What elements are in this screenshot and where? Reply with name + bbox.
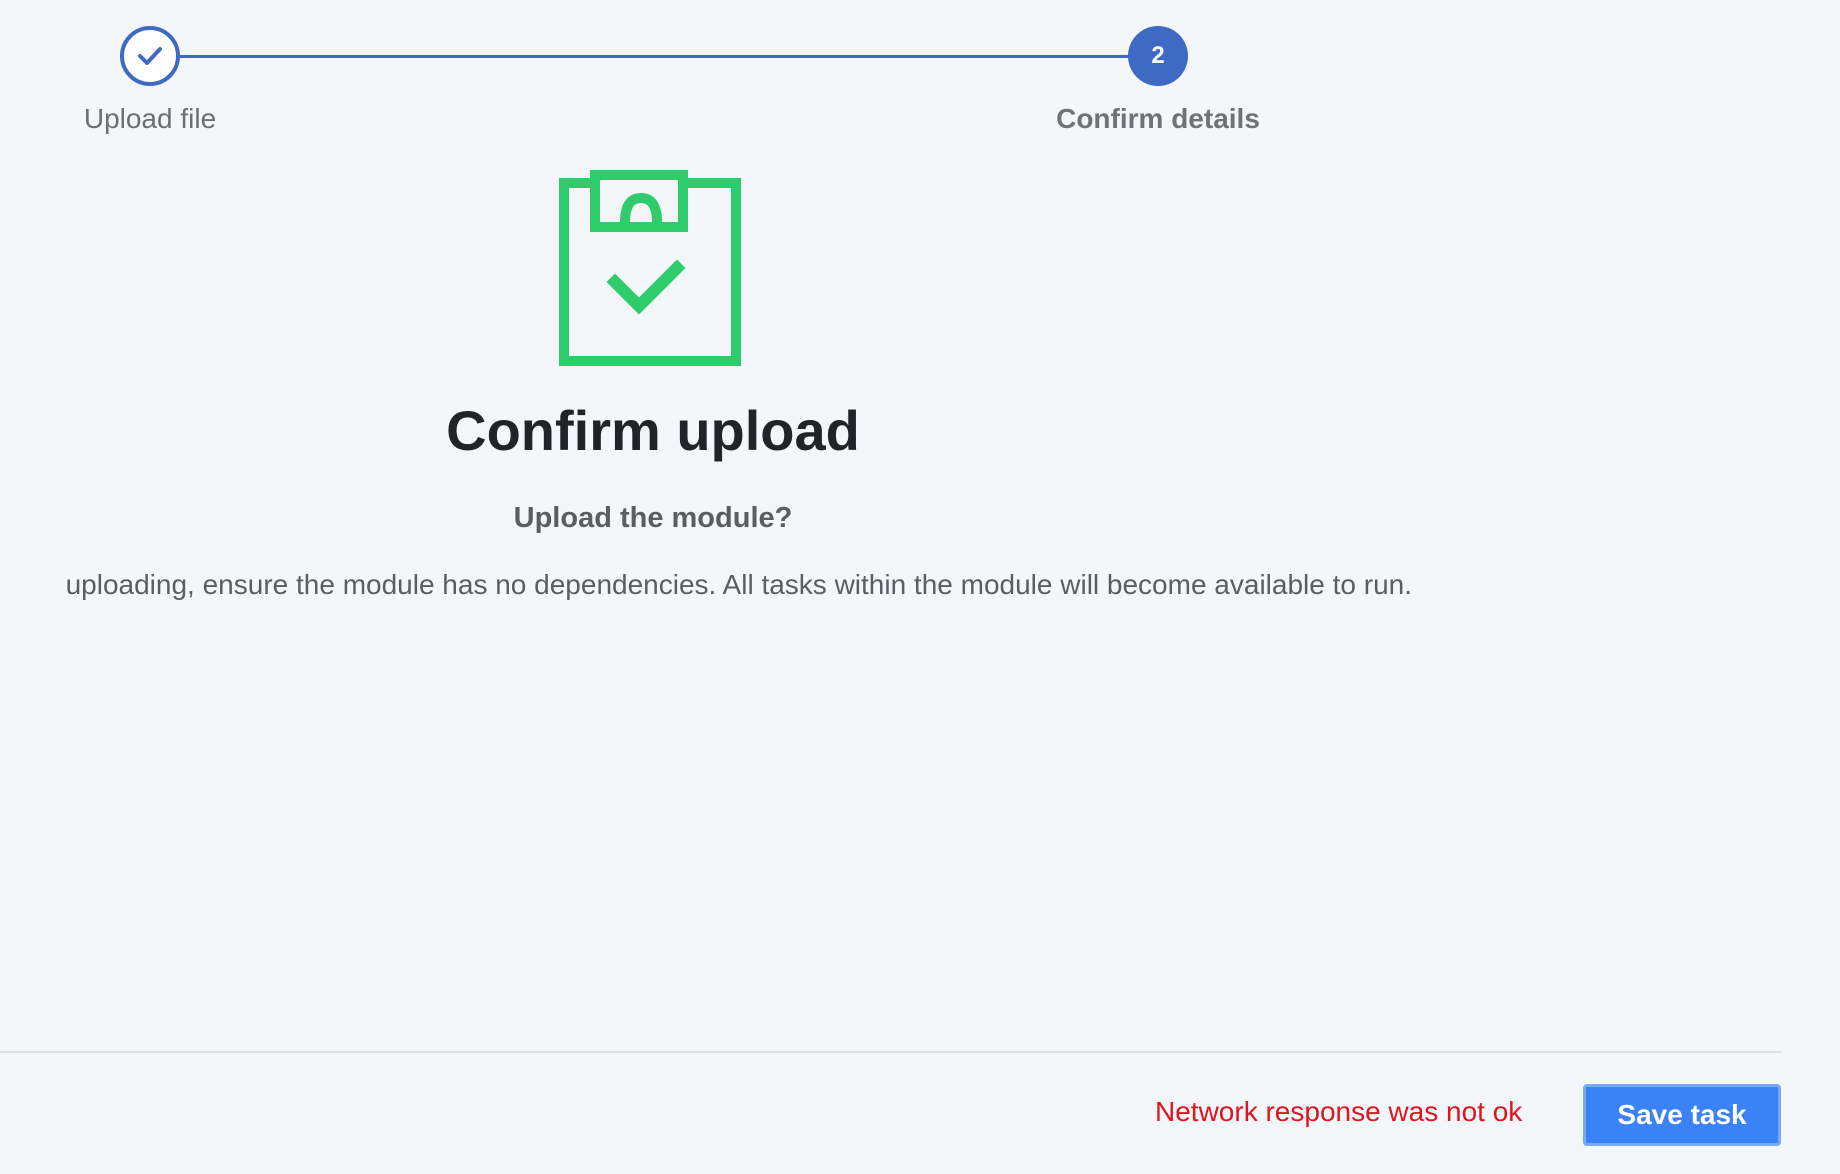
clipboard-check-icon xyxy=(559,170,741,366)
upload-module-page: Upload file 2 Confirm details Confirm up… xyxy=(0,0,1840,1174)
step-confirm-details-indicator: 2 xyxy=(1128,26,1188,86)
step-upload-file-indicator[interactable] xyxy=(120,26,180,86)
check-icon xyxy=(138,47,162,65)
upload-description: uploading, ensure the module has no depe… xyxy=(65,569,1412,600)
step-number: 2 xyxy=(1151,42,1165,69)
step-confirm-details-label: Confirm details xyxy=(1056,103,1260,134)
confirm-question: Upload the module? xyxy=(513,502,793,534)
progress-stepper: Upload file 2 Confirm details xyxy=(0,0,1840,150)
page-title: Confirm upload xyxy=(446,399,860,462)
save-task-button[interactable]: Save task xyxy=(1583,1084,1781,1146)
stepper-connector-line xyxy=(180,55,1130,58)
error-message: Network response was not ok xyxy=(1155,1096,1523,1127)
step-upload-file-label: Upload file xyxy=(83,103,217,134)
footer-divider xyxy=(0,1051,1782,1053)
